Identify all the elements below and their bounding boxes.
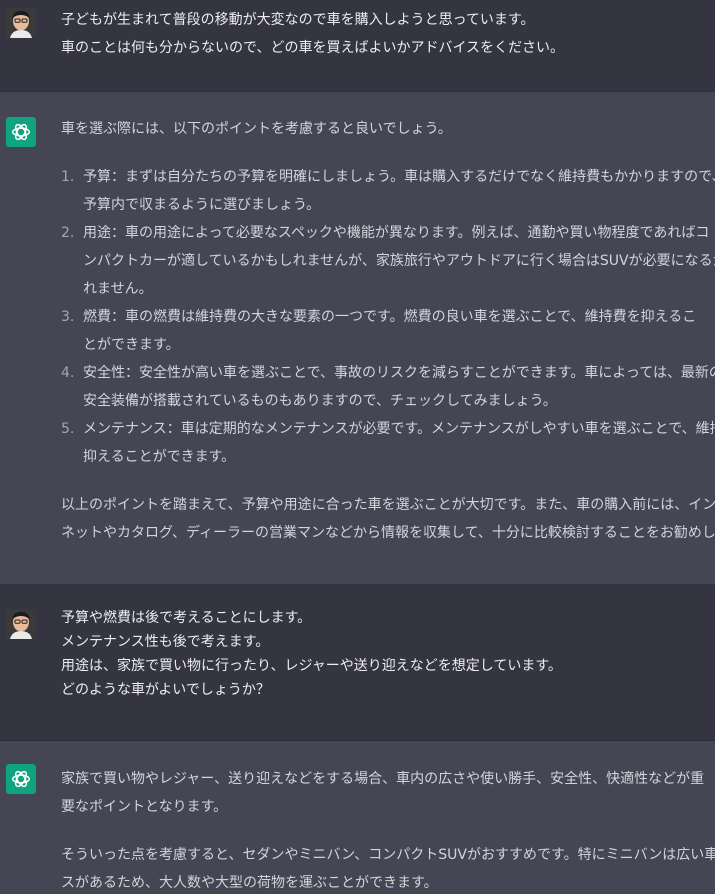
list-item: 3. 燃費：車の燃費は維持費の大きな要素の一つです。燃費の良い車を選ぶことで、維… (61, 303, 709, 359)
message-line: そういった点を考慮すると、セダンやミニバン、コンパクトSUVがおすすめです。特に… (61, 847, 715, 863)
list-line: 予算：まずは自分たちの予算を明確にしましょう。車は購入するだけでなく維持費もかか… (83, 169, 715, 185)
list-number: 2. (61, 225, 75, 241)
chatgpt-logo-icon (12, 770, 30, 788)
list-line: 予算内で収まるように選びましょう。 (83, 197, 321, 213)
user-message: 子どもが生まれて普段の移動が大変なので車を購入しようと思っています。 車のことは… (0, 0, 715, 92)
message-line: どのような車がよいでしょうか？ (61, 682, 270, 698)
assistant-message-text: 家族で買い物やレジャー、送り迎えなどをする場合、車内の広さや使い勝手、安全性、快… (61, 765, 715, 894)
list-line: 抑えることができます。 (83, 449, 236, 465)
list-line: とができます。 (83, 337, 180, 353)
message-line: 以上のポイントを踏まえて、予算や用途に合った車を選ぶことが大切です。また、車の購… (61, 497, 715, 513)
user-photo-icon (6, 8, 36, 38)
message-line: 予算や燃費は後で考えることにします。 (61, 610, 312, 626)
message-line: 子どもが生まれて普段の移動が大変なので車を購入しようと思っています。 (61, 12, 535, 28)
paragraph: 家族で買い物やレジャー、送り迎えなどをする場合、車内の広さや使い勝手、安全性、快… (61, 765, 709, 821)
outro-paragraph: 以上のポイントを踏まえて、予算や用途に合った車を選ぶことが大切です。また、車の購… (61, 491, 715, 547)
list-number: 1. (61, 169, 75, 185)
user-message-text: 予算や燃費は後で考えることにします。 メンテナンス性も後で考えます。 用途は、家… (61, 606, 709, 702)
list-item: 5. メンテナンス：車は定期的なメンテナンスが必要です。メンテナンスがしやすい車… (61, 415, 715, 471)
user-message-text: 子どもが生まれて普段の移動が大変なので車を購入しようと思っています。 車のことは… (61, 6, 709, 62)
assistant-message-text: 車を選ぶ際には、以下のポイントを考慮すると良いでしょう。 1. 予算：まずは自分… (61, 115, 715, 547)
list-number: 4. (61, 365, 75, 381)
list-number: 5. (61, 421, 75, 437)
list-item: 1. 予算：まずは自分たちの予算を明確にしましょう。車は購入するだけでなく維持費… (61, 163, 715, 219)
assistant-message: 家族で買い物やレジャー、送り迎えなどをする場合、車内の広さや使い勝手、安全性、快… (0, 741, 715, 894)
user-message: 予算や燃費は後で考えることにします。 メンテナンス性も後で考えます。 用途は、家… (0, 584, 715, 741)
list-line: 用途：車の用途によって必要なスペックや機能が異なります。例えば、通勤や買い物程度… (83, 225, 710, 241)
assistant-avatar (6, 117, 36, 147)
paragraph: そういった点を考慮すると、セダンやミニバン、コンパクトSUVがおすすめです。特に… (61, 841, 715, 894)
list-line: 燃費：車の燃費は維持費の大きな要素の一つです。燃費の良い車を選ぶことで、維持費を… (83, 309, 697, 325)
user-avatar (6, 8, 36, 38)
list-number: 3. (61, 309, 75, 325)
message-line: 家族で買い物やレジャー、送り迎えなどをする場合、車内の広さや使い勝手、安全性、快… (61, 771, 705, 787)
user-avatar (6, 609, 36, 639)
points-list: 1. 予算：まずは自分たちの予算を明確にしましょう。車は購入するだけでなく維持費… (61, 163, 715, 471)
assistant-avatar (6, 764, 36, 794)
message-line: ネットやカタログ、ディーラーの営業マンなどから情報を収集して、十分に比較検討する… (61, 525, 715, 541)
message-line: 車のことは何も分からないので、どの車を買えばよいかアドバイスをください。 (61, 40, 565, 56)
chatgpt-logo-icon (12, 123, 30, 141)
list-item: 4. 安全性：安全性が高い車を選ぶことで、事故のリスクを減らすことができます。車… (61, 359, 715, 415)
message-line: 用途は、家族で買い物に行ったり、レジャーや送り迎えなどを想定しています。 (61, 658, 562, 674)
message-line: メンテナンス性も後で考えます。 (61, 634, 270, 650)
user-photo-icon (6, 609, 36, 639)
list-line: メンテナンス：車は定期的なメンテナンスが必要です。メンテナンスがしやすい車を選ぶ… (83, 421, 715, 437)
list-item: 2. 用途：車の用途によって必要なスペックや機能が異なります。例えば、通勤や買い… (61, 219, 715, 303)
list-line: れません。 (83, 281, 153, 297)
message-line: 要なポイントとなります。 (61, 799, 228, 815)
intro-text: 車を選ぶ際には、以下のポイントを考慮すると良いでしょう。 (61, 121, 452, 137)
list-line: ンパクトカーが適しているかもしれませんが、家族旅行やアウトドアに行く場合はSUV… (83, 253, 715, 269)
list-line: 安全性：安全性が高い車を選ぶことで、事故のリスクを減らすことができます。車によっ… (83, 365, 715, 381)
list-line: 安全装備が搭載されているものもありますので、チェックしてみましょう。 (83, 393, 557, 409)
message-line: スがあるため、大人数や大型の荷物を運ぶことができます。 (61, 875, 438, 891)
assistant-message: 車を選ぶ際には、以下のポイントを考慮すると良いでしょう。 1. 予算：まずは自分… (0, 92, 715, 584)
